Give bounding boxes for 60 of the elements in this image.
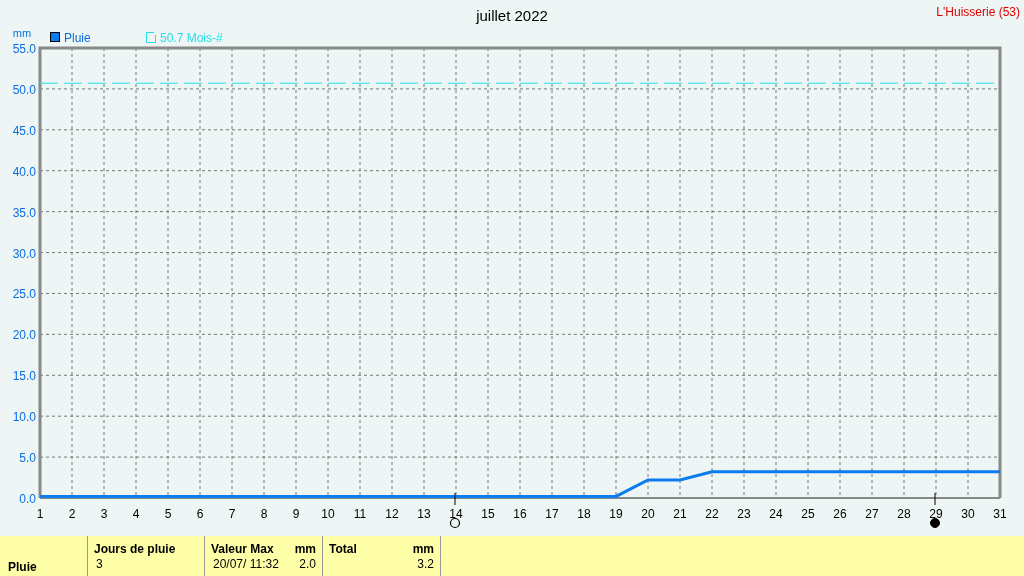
tick-label: 10 xyxy=(321,507,335,521)
tick-label: 19 xyxy=(609,507,623,521)
new-moon-icon xyxy=(930,492,940,528)
tick-label: 23 xyxy=(737,507,751,521)
tick-label: 1 xyxy=(36,507,44,521)
tick-label: 26 xyxy=(833,507,847,521)
column-heading: Jours de pluie xyxy=(94,542,176,557)
tick-label: 27 xyxy=(865,507,879,521)
tick-label: 5.0 xyxy=(19,451,36,466)
tick-label: 18 xyxy=(577,507,591,521)
unit-label: mm xyxy=(412,542,434,557)
legend-label: 50.7 Mois-# xyxy=(160,31,223,45)
table-cell-text: 2.0 xyxy=(298,557,316,571)
tick-label: 24 xyxy=(769,507,783,521)
tick-label: 3 xyxy=(100,507,108,521)
chart-title: juillet 2022 xyxy=(476,7,548,24)
tick-label: 29 xyxy=(929,507,943,521)
tick-label: 15.0 xyxy=(12,369,36,384)
table-cell-text: 20/07/ 11:32 xyxy=(212,557,279,571)
tick-label: 35.0 xyxy=(12,205,36,220)
tick-label: 30.0 xyxy=(12,246,36,261)
tick-label: 30 xyxy=(961,507,975,521)
tick-label: 2 xyxy=(68,507,76,521)
tick-label: 9 xyxy=(292,507,300,521)
column-heading: Total xyxy=(329,542,357,557)
tick-label: 0.0 xyxy=(19,492,36,506)
location-label: L'Huisserie (53) xyxy=(936,5,1020,19)
tick-label: 22 xyxy=(705,507,719,521)
full-moon-icon xyxy=(449,492,461,529)
tick-label: 25 xyxy=(801,507,815,521)
tick-label: 12 xyxy=(385,507,399,521)
axis-title: mm xyxy=(12,27,32,39)
table-cell-text: 3.2 xyxy=(416,557,434,571)
tick-label: 4 xyxy=(132,507,140,521)
tick-label: 8 xyxy=(260,507,268,521)
tick-label: 50.0 xyxy=(12,82,36,97)
tick-label: 21 xyxy=(673,507,687,521)
tick-label: 20 xyxy=(641,507,655,521)
tick-label: 14 xyxy=(449,507,463,521)
tick-label: 7 xyxy=(228,507,236,521)
tick-label: 10.0 xyxy=(12,410,36,425)
column-heading: Valeur Max xyxy=(211,542,274,557)
unit-label: mm xyxy=(294,542,316,557)
legend-label: Pluie xyxy=(64,31,91,45)
tick-label: 5 xyxy=(164,507,172,521)
tick-label: 11 xyxy=(353,507,367,521)
tick-label: 15 xyxy=(481,507,495,521)
tick-label: 20.0 xyxy=(12,328,36,343)
tick-label: 17 xyxy=(545,507,559,521)
tick-label: 31 xyxy=(993,507,1007,521)
tick-label: 28 xyxy=(897,507,911,521)
table-cell-text: 3 xyxy=(95,557,103,571)
row-label: Pluie xyxy=(8,560,38,574)
tick-label: 25.0 xyxy=(12,287,36,302)
tick-label: 6 xyxy=(196,507,204,521)
tick-label: 55.0 xyxy=(12,42,36,56)
tick-label: 13 xyxy=(417,507,431,521)
tick-label: 45.0 xyxy=(12,123,36,138)
tick-label: 16 xyxy=(513,507,527,521)
tick-label: 40.0 xyxy=(12,164,36,179)
